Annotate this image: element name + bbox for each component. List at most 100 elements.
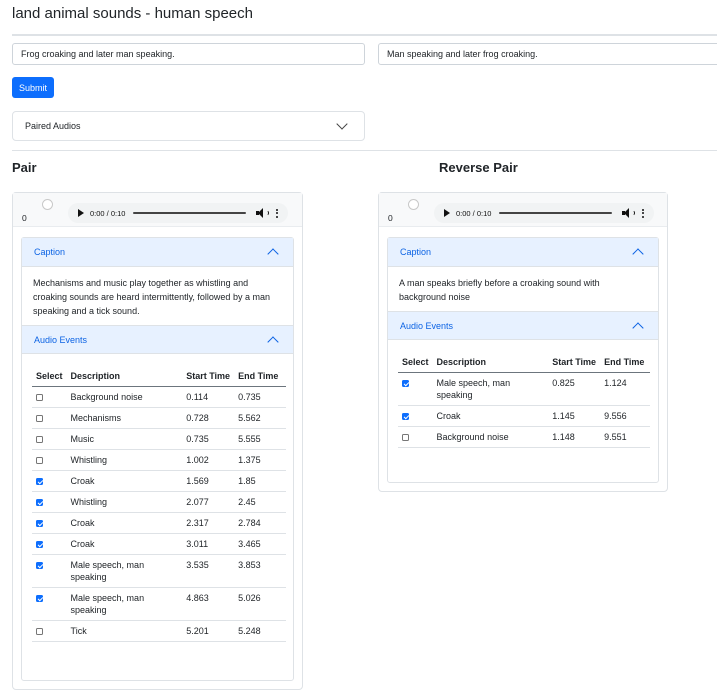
audio-events-accordion-header[interactable]: Audio Events [22,325,293,354]
start-time-cell: 0.825 [548,372,601,406]
select-cell [32,470,67,492]
chevron-up-icon [632,321,644,334]
start-time-cell: 5.201 [182,620,235,642]
start-time-cell: 1.569 [182,470,235,492]
select-checkbox[interactable] [402,413,409,420]
select-radio[interactable] [42,199,53,210]
audio-events-table: Select Description Start Time End Time M… [398,354,650,448]
select-cell [32,449,67,471]
end-time-cell: 3.465 [234,533,286,555]
select-checkbox[interactable] [36,478,43,485]
select-checkbox[interactable] [36,541,43,548]
table-row: Croak 1.569 1.85 [32,470,286,492]
select-radio[interactable] [408,199,419,210]
caption-text: A man speaks briefly before a croaking s… [399,278,600,302]
audio-events-accordion-header[interactable]: Audio Events [388,311,658,340]
select-checkbox[interactable] [402,380,409,387]
col-start-time: Start Time [182,368,235,387]
description-cell: Croak [66,470,183,492]
select-cell [32,386,67,408]
reverse-pair-title: Reverse Pair [439,160,518,175]
select-checkbox[interactable] [36,457,43,464]
col-start-time: Start Time [548,354,601,373]
description-cell: Mechanisms [66,407,183,429]
audio-events-header-label: Audio Events [400,320,454,331]
divider [12,34,717,36]
audio-events-header-label: Audio Events [34,334,88,345]
end-time-cell: 5.026 [234,587,286,621]
select-cell [32,587,67,621]
table-row: Background noise 1.148 9.551 [398,426,650,448]
description-cell: Background noise [66,386,183,408]
more-options-icon[interactable] [642,208,644,218]
chevron-up-icon [267,335,279,348]
description-cell: Whistling [66,449,183,471]
page-title: land animal sounds - human speech [12,5,253,22]
select-checkbox[interactable] [36,520,43,527]
description-cell: Tick [66,620,183,642]
end-time-cell: 5.555 [234,428,286,450]
col-end-time: End Time [600,354,650,373]
seek-bar[interactable] [133,212,246,214]
select-checkbox[interactable] [36,628,43,635]
select-cell [398,426,433,448]
end-time-cell: 9.556 [600,405,650,427]
select-cell [32,407,67,429]
description-cell: Music [66,428,183,450]
end-time-cell: 5.248 [234,620,286,642]
select-checkbox[interactable] [36,595,43,602]
more-options-icon[interactable] [276,208,278,218]
volume-icon[interactable] [256,208,269,218]
chevron-down-icon [336,118,348,130]
table-row: Whistling 1.002 1.375 [32,449,286,471]
description-cell: Background noise [432,426,549,448]
select-cell [32,512,67,534]
start-time-cell: 0.728 [182,407,235,429]
table-row: Male speech, man speaking 3.535 3.853 [32,554,286,588]
table-row: Mechanisms 0.728 5.562 [32,407,286,429]
start-time-cell: 1.002 [182,449,235,471]
caption-accordion-header[interactable]: Caption [22,238,293,267]
select-checkbox[interactable] [36,394,43,401]
audio-row: 0 0:00 / 0:10 [13,193,302,227]
table-row: Tick 5.201 5.248 [32,620,286,642]
table-row: Male speech, man speaking 0.825 1.124 [398,372,650,406]
caption-accordion-header[interactable]: Caption [388,238,658,267]
seek-bar[interactable] [499,212,612,214]
play-icon[interactable] [444,209,450,217]
caption-input-left[interactable] [12,43,365,65]
table-row: Croak 1.145 9.556 [398,405,650,427]
select-cell [32,491,67,513]
select-checkbox[interactable] [402,434,409,441]
player-time: 0:00 / 0:10 [456,208,492,218]
audio-player[interactable]: 0:00 / 0:10 [68,203,288,223]
play-icon[interactable] [78,209,84,217]
select-checkbox[interactable] [36,562,43,569]
paired-audios-dropdown[interactable]: Paired Audios [12,111,365,141]
start-time-cell: 3.535 [182,554,235,588]
col-end-time: End Time [234,368,286,387]
end-time-cell: 2.45 [234,491,286,513]
table-row: Croak 3.011 3.465 [32,533,286,555]
volume-icon[interactable] [622,208,635,218]
end-time-cell: 3.853 [234,554,286,588]
select-cell [32,554,67,588]
pair-title: Pair [12,160,37,175]
submit-button[interactable]: Submit [12,77,54,98]
caption-input-right[interactable] [378,43,717,65]
end-time-cell: 5.562 [234,407,286,429]
select-cell [32,620,67,642]
col-description: Description [432,354,549,373]
select-checkbox[interactable] [36,436,43,443]
col-select: Select [32,368,67,387]
table-header-row: Select Description Start Time End Time [32,368,286,387]
select-cell [32,428,67,450]
select-cell [398,405,433,427]
select-checkbox[interactable] [36,415,43,422]
pair-accordion: Caption Mechanisms and music play togeth… [21,237,294,681]
start-time-cell: 0.114 [182,386,235,408]
reverse-pair-card: 0 0:00 / 0:10 Caption A man speaks brief… [378,192,668,492]
description-cell: Croak [66,512,183,534]
select-checkbox[interactable] [36,499,43,506]
audio-player[interactable]: 0:00 / 0:10 [434,203,654,223]
